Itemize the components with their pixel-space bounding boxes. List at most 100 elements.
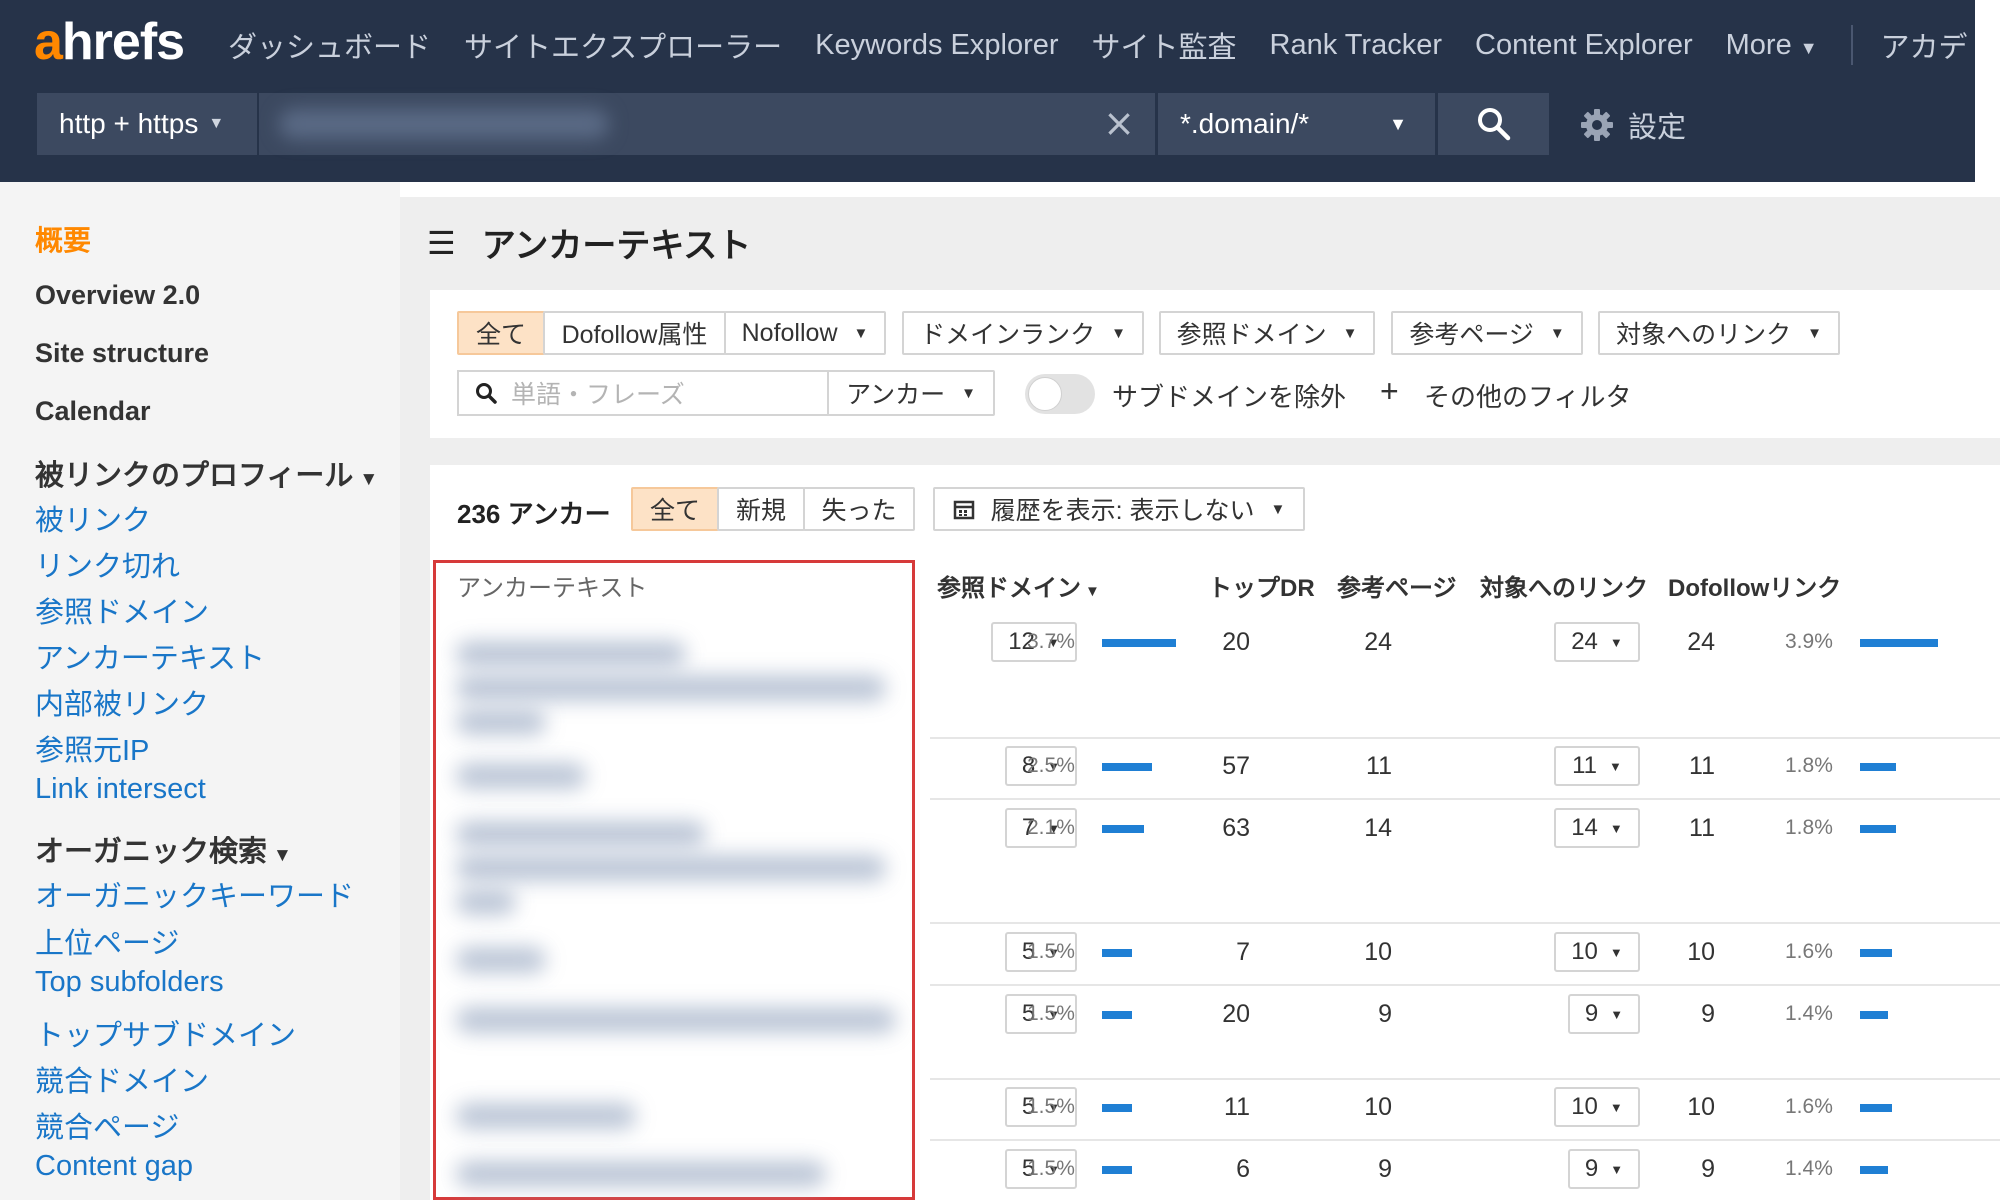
sidebar-section-organic-search[interactable]: オーガニック検索 ▼ xyxy=(35,828,292,870)
tab-all[interactable]: 全て xyxy=(631,487,719,531)
filter-ref-domains-select[interactable]: 参照ドメイン ▼ xyxy=(1159,311,1375,355)
ahrefs-logo[interactable]: ahrefs xyxy=(34,12,185,72)
nav-content-explorer[interactable]: Content Explorer xyxy=(1475,29,1693,62)
blurred-anchor-text xyxy=(456,855,886,881)
blurred-anchor-text xyxy=(456,709,546,735)
chevron-down-icon: ▼ xyxy=(853,324,869,342)
sidebar-item-organic-keywords[interactable]: オーガニックキーワード xyxy=(35,873,354,915)
links-to-target-dropdown[interactable]: 10 ▼ xyxy=(1554,932,1640,972)
column-header-ref-pages[interactable]: 参考ページ xyxy=(1337,568,1457,603)
dofollow-percent: 3.9% xyxy=(1785,630,1833,653)
dofollow-bar xyxy=(1860,1166,1888,1174)
history-select[interactable]: 履歴を表示: 表示しない ▼ xyxy=(933,487,1305,531)
search-placeholder: 単語・フレーズ xyxy=(511,381,685,409)
row-separator xyxy=(930,798,2000,800)
links-to-target-dropdown[interactable]: 11 ▼ xyxy=(1554,746,1640,786)
column-header-top-dr[interactable]: トップDR xyxy=(1208,568,1315,603)
ref-domains-percent: 1.5% xyxy=(1027,940,1075,963)
ref-domains-bar xyxy=(1102,639,1176,647)
links-to-target-dropdown[interactable]: 9 ▼ xyxy=(1568,1149,1640,1189)
dofollow-percent: 1.4% xyxy=(1785,1157,1833,1180)
sidebar-item-site-structure[interactable]: Site structure xyxy=(35,338,209,369)
sidebar-item-content-gap[interactable]: Content gap xyxy=(35,1150,193,1183)
links-to-target-dropdown[interactable]: 9 ▼ xyxy=(1568,994,1640,1034)
exclude-subdomains-toggle[interactable] xyxy=(1025,374,1095,414)
filter-label: Nofollow xyxy=(741,318,838,347)
nav-more[interactable]: More ▼ xyxy=(1726,29,1818,62)
column-header-links-to-target[interactable]: 対象へのリンク xyxy=(1480,568,1648,603)
nav-site-explorer[interactable]: サイトエクスプローラー xyxy=(464,24,782,66)
dofollow-value: 11 xyxy=(1689,752,1715,780)
column-header-dofollow[interactable]: Dofollowリンク xyxy=(1668,568,1841,603)
blurred-anchor-text xyxy=(456,889,516,915)
sidebar-item-calendar[interactable]: Calendar xyxy=(35,396,151,427)
links-to-target-dropdown[interactable]: 10 ▼ xyxy=(1554,1087,1640,1127)
ref-domains-bar xyxy=(1102,763,1152,771)
nav-divider xyxy=(1850,25,1853,65)
sidebar-item-competing-domains[interactable]: 競合ドメイン xyxy=(35,1058,209,1100)
nav-rank-tracker[interactable]: Rank Tracker xyxy=(1270,29,1442,62)
target-url-input[interactable]: × xyxy=(257,93,1155,155)
search-scope-select[interactable]: アンカー ▼ xyxy=(827,370,995,416)
chevron-down-icon: ▼ xyxy=(1389,113,1407,134)
nav-academy[interactable]: アカデ xyxy=(1881,24,1968,66)
links-to-target-dropdown[interactable]: 24 ▼ xyxy=(1554,622,1640,662)
clear-icon[interactable]: × xyxy=(1103,101,1135,145)
plus-icon[interactable]: + xyxy=(1380,373,1399,410)
settings-button[interactable]: 設定 xyxy=(1580,100,1686,150)
chevron-down-icon: ▼ xyxy=(273,845,292,866)
blurred-anchor-text xyxy=(456,641,686,667)
sidebar-item-backlinks[interactable]: 被リンク xyxy=(35,497,151,539)
chevron-down-icon: ▼ xyxy=(1549,324,1565,342)
sidebar-section-backlink-profile[interactable]: 被リンクのプロフィール ▼ xyxy=(35,452,378,494)
ref-pages-value: 9 xyxy=(1378,1000,1392,1028)
top-dr-value: 20 xyxy=(1222,1000,1250,1028)
sidebar-item-top-pages[interactable]: 上位ページ xyxy=(35,920,179,962)
filter-all-button[interactable]: 全て xyxy=(457,311,545,355)
chevron-down-icon: ▼ xyxy=(1270,500,1286,518)
sidebar-item-link-intersect[interactable]: Link intersect xyxy=(35,773,206,806)
links-to-target-dropdown[interactable]: 14 ▼ xyxy=(1554,808,1640,848)
ref-domains-percent: 2.5% xyxy=(1027,754,1075,777)
filter-domain-rank-select[interactable]: ドメインランク ▼ xyxy=(902,311,1144,355)
nav-keywords-explorer[interactable]: Keywords Explorer xyxy=(815,29,1058,62)
ref-domains-bar xyxy=(1102,1104,1132,1112)
sidebar-item-broken-links[interactable]: リンク切れ xyxy=(35,543,180,585)
sidebar-item-competing-pages[interactable]: 競合ページ xyxy=(35,1104,179,1146)
filter-dofollow-button[interactable]: Dofollow属性 xyxy=(543,311,726,355)
sidebar-item-overview[interactable]: 概要 xyxy=(35,219,91,259)
links-value: 14 xyxy=(1571,814,1598,841)
sidebar-item-referring-ips[interactable]: 参照元IP xyxy=(35,727,149,769)
dofollow-value: 10 xyxy=(1687,938,1715,966)
chevron-down-icon: ▼ xyxy=(1610,1161,1624,1177)
column-header-ref-domains[interactable]: 参照ドメイン ▼ xyxy=(937,568,1100,603)
sidebar-item-overview-2[interactable]: Overview 2.0 xyxy=(35,280,200,311)
keyword-search-input[interactable]: 単語・フレーズ xyxy=(457,370,829,416)
nav-site-audit[interactable]: サイト監査 xyxy=(1092,24,1237,66)
tab-lost[interactable]: 失った xyxy=(803,487,915,531)
sidebar-item-referring-domains[interactable]: 参照ドメイン xyxy=(35,589,209,631)
sidebar-item-top-subdomains[interactable]: トップサブドメイン xyxy=(35,1012,296,1054)
tab-new[interactable]: 新規 xyxy=(717,487,805,531)
dofollow-bar xyxy=(1860,1104,1892,1112)
protocol-select[interactable]: http + https ▼ xyxy=(37,93,257,155)
sidebar-item-anchors[interactable]: アンカーテキスト xyxy=(35,635,265,677)
mode-select[interactable]: *.domain/* ▼ xyxy=(1155,93,1435,155)
filter-nofollow-select[interactable]: Nofollow ▼ xyxy=(724,311,886,355)
sidebar-item-top-subfolders[interactable]: Top subfolders xyxy=(35,966,224,999)
filter-ref-pages-select[interactable]: 参考ページ ▼ xyxy=(1391,311,1583,355)
search-button[interactable] xyxy=(1435,93,1549,155)
nav-more-label: More xyxy=(1725,28,1792,61)
chevron-down-icon: ▼ xyxy=(208,115,225,132)
hamburger-icon[interactable]: ☰ xyxy=(427,224,456,262)
nav-dashboard[interactable]: ダッシュボード xyxy=(228,24,431,66)
more-filters-button[interactable]: その他のフィルタ xyxy=(1424,377,1631,414)
chevron-down-icon: ▼ xyxy=(1609,1099,1623,1115)
search-icon xyxy=(1477,108,1510,141)
ref-pages-value: 24 xyxy=(1364,628,1392,656)
blurred-anchor-text xyxy=(456,1161,826,1187)
filter-links-to-target-select[interactable]: 対象へのリンク ▼ xyxy=(1598,311,1840,355)
links-value: 10 xyxy=(1571,1093,1598,1120)
sidebar-item-internal-backlinks[interactable]: 内部被リンク xyxy=(35,681,209,723)
chevron-down-icon: ▼ xyxy=(1799,37,1818,58)
